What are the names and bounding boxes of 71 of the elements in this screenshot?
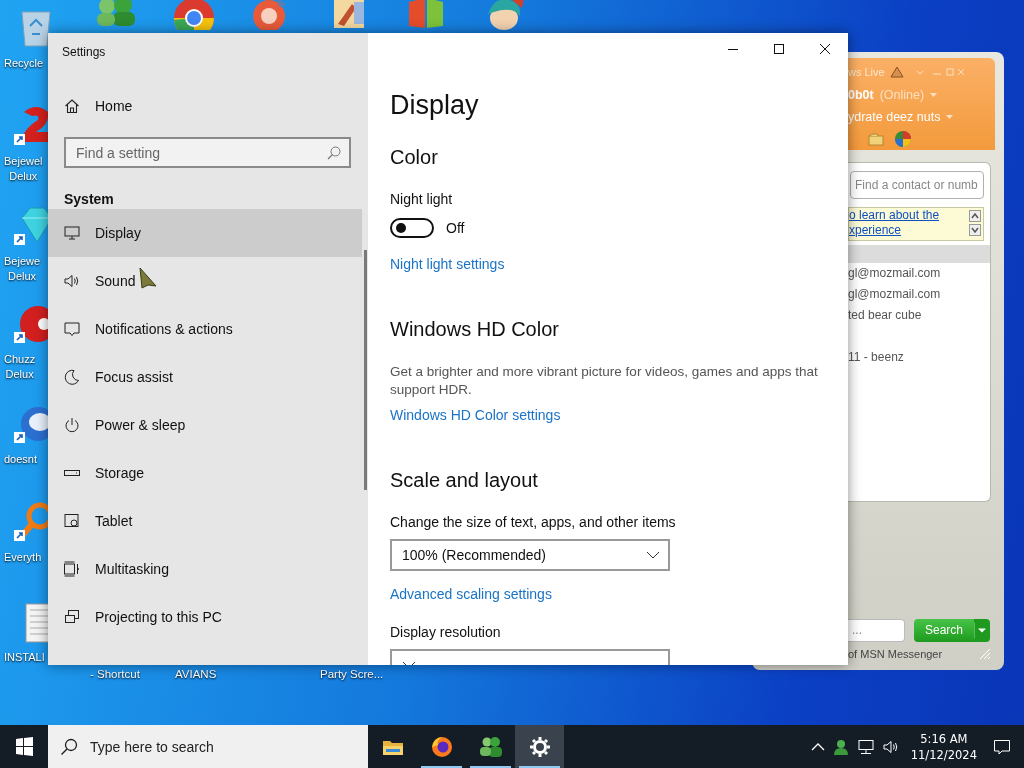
desktop-icon-label[interactable]: AVIANS	[175, 667, 217, 682]
people-icon	[478, 734, 503, 759]
search-icon	[327, 145, 341, 160]
power-icon	[64, 417, 80, 433]
text-input-field[interactable]: ...	[848, 618, 905, 642]
message-icon	[64, 321, 80, 337]
nav-item[interactable]: Focus assist	[48, 353, 362, 401]
chevron-up-icon[interactable]	[810, 741, 825, 752]
setting-label: Night light	[390, 190, 453, 209]
contact-item[interactable]: 11 - beenz	[848, 347, 990, 368]
scroll-up-icon[interactable]	[969, 210, 981, 222]
resize-grip-icon[interactable]	[979, 648, 991, 660]
speaker-icon	[64, 273, 80, 289]
caret-icon[interactable]	[974, 618, 990, 642]
clock-date[interactable]: 11/12/2024	[910, 746, 977, 763]
firefox-icon	[429, 734, 454, 759]
multitasking-icon	[64, 561, 80, 577]
setting-label: Change the size of text, apps, and other items	[390, 513, 676, 532]
home-icon	[64, 98, 80, 114]
home-nav-item[interactable]: Home	[48, 82, 368, 130]
toggle-state-label: Off	[446, 220, 465, 236]
window-title: ws Live	[848, 66, 885, 78]
contact-item[interactable]: gl@mozmail.com	[848, 263, 990, 284]
notification-icon[interactable]	[993, 737, 1011, 756]
nav-item[interactable]: Storage	[48, 449, 362, 497]
nav-item[interactable]: Projecting to this PC	[48, 593, 362, 641]
search-icon	[60, 737, 78, 756]
dropdown[interactable]: 100% (Recommended)	[390, 539, 670, 571]
desktop-icon-label[interactable]: Party Scre...	[320, 667, 384, 682]
description-text: Get a brighter and more vibrant picture for videos, games and apps that support HDR.	[390, 363, 819, 399]
chevron-icon	[646, 551, 660, 559]
settings-link[interactable]: Windows HD Color settings	[390, 405, 561, 425]
nav-item[interactable]: Notifications & actions	[48, 305, 362, 353]
settings-link[interactable]: Advanced scaling settings	[390, 584, 552, 604]
nav-item[interactable]: Display	[48, 209, 362, 257]
footer-text: of MSN Messenger	[848, 648, 943, 660]
user-name: 0b0t	[848, 88, 874, 102]
taskbar-app-button[interactable]	[515, 725, 564, 768]
section-heading: System	[64, 190, 115, 209]
toggle-switch[interactable]	[390, 218, 434, 238]
tool-icon	[888, 65, 905, 79]
page-title: Display	[390, 89, 479, 122]
tablet-icon	[64, 513, 80, 529]
contact-item[interactable]: ted bear cube	[848, 305, 990, 326]
monitor-icon	[64, 225, 80, 241]
banner-link[interactable]: o learn about the	[849, 208, 967, 223]
contact-item[interactable]: gl@mozmail.com	[848, 284, 990, 305]
scrollbar[interactable]	[364, 250, 367, 490]
screens-icon	[64, 609, 80, 625]
banner-link[interactable]: xperience	[849, 223, 967, 238]
colorful-ball-icon[interactable]	[894, 130, 912, 148]
setting-label: Display resolution	[390, 623, 501, 642]
window-title: Settings	[62, 45, 106, 59]
cursor-icon	[138, 266, 158, 290]
nav-item[interactable]: Multitasking	[48, 545, 362, 593]
section-heading: Windows HD Color	[390, 317, 559, 342]
nav-item[interactable]: Sound	[48, 257, 362, 305]
clock-time[interactable]: 5:16 AM	[920, 730, 968, 747]
section-heading: Color	[390, 145, 438, 170]
search-field[interactable]: Find a contact or numb	[850, 171, 984, 199]
gear-icon	[527, 734, 552, 759]
person-icon[interactable]	[832, 738, 849, 755]
settings-link[interactable]: Night light settings	[390, 254, 505, 274]
scroll-down-icon[interactable]	[969, 224, 981, 236]
nav-item[interactable]: Power & sleep	[48, 401, 362, 449]
nav-item[interactable]: Tablet	[48, 497, 362, 545]
section-heading: Scale and layout	[390, 468, 538, 493]
search-field[interactable]: Find a setting	[64, 137, 351, 168]
taskbar-search-field[interactable]: Type here to search	[48, 725, 368, 768]
network-icon[interactable]	[856, 738, 875, 755]
moon-icon	[64, 369, 80, 385]
